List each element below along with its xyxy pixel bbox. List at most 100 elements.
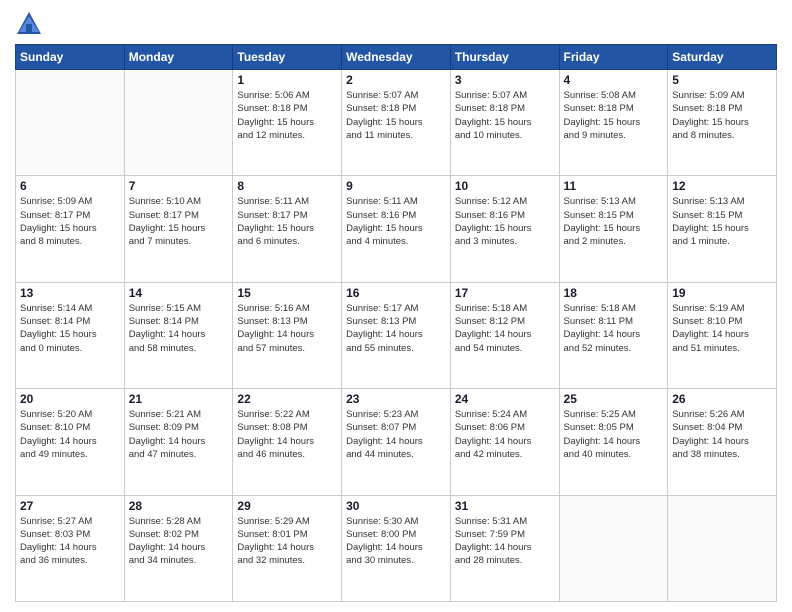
weekday-header-tuesday: Tuesday: [233, 45, 342, 70]
day-number: 2: [346, 73, 446, 87]
calendar-cell: 20 Sunrise: 5:20 AM Sunset: 8:10 PM Dayli…: [16, 389, 125, 495]
day-number: 28: [129, 499, 229, 513]
day-info: Sunrise: 5:07 AM Sunset: 8:18 PM Dayligh…: [455, 89, 555, 142]
day-info: Sunrise: 5:29 AM Sunset: 8:01 PM Dayligh…: [237, 515, 337, 568]
day-info: Sunrise: 5:21 AM Sunset: 8:09 PM Dayligh…: [129, 408, 229, 461]
calendar-cell: 13 Sunrise: 5:14 AM Sunset: 8:14 PM Dayli…: [16, 282, 125, 388]
day-info: Sunrise: 5:11 AM Sunset: 8:17 PM Dayligh…: [237, 195, 337, 248]
calendar-cell: 24 Sunrise: 5:24 AM Sunset: 8:06 PM Dayli…: [450, 389, 559, 495]
calendar-cell: 15Sunrise: 5:16 AM Sunset: 8:13 PM Dayli…: [233, 282, 342, 388]
day-number: 8: [237, 179, 337, 193]
day-info: Sunrise: 5:11 AM Sunset: 8:16 PM Dayligh…: [346, 195, 446, 248]
calendar-cell: 11 Sunrise: 5:13 AM Sunset: 8:15 PM Dayli…: [559, 176, 668, 282]
day-info: Sunrise: 5:23 AM Sunset: 8:07 PM Dayligh…: [346, 408, 446, 461]
calendar-cell: 23 Sunrise: 5:23 AM Sunset: 8:07 PM Dayli…: [342, 389, 451, 495]
calendar-week-3: 13 Sunrise: 5:14 AM Sunset: 8:14 PM Dayli…: [16, 282, 777, 388]
day-number: 1: [237, 73, 337, 87]
calendar-cell: 7 Sunrise: 5:10 AM Sunset: 8:17 PM Daylig…: [124, 176, 233, 282]
calendar-cell: 31 Sunrise: 5:31 AM Sunset: 7:59 PM Dayli…: [450, 495, 559, 601]
day-info: Sunrise: 5:27 AM Sunset: 8:03 PM Dayligh…: [20, 515, 120, 568]
calendar-cell: 5Sunrise: 5:09 AM Sunset: 8:18 PM Daylig…: [668, 70, 777, 176]
day-info: Sunrise: 5:26 AM Sunset: 8:04 PM Dayligh…: [672, 408, 772, 461]
calendar-cell: 17 Sunrise: 5:18 AM Sunset: 8:12 PM Dayli…: [450, 282, 559, 388]
day-info: Sunrise: 5:12 AM Sunset: 8:16 PM Dayligh…: [455, 195, 555, 248]
calendar-cell: 26 Sunrise: 5:26 AM Sunset: 8:04 PM Dayli…: [668, 389, 777, 495]
logo-icon: [15, 10, 43, 38]
calendar-cell: 22 Sunrise: 5:22 AM Sunset: 8:08 PM Dayli…: [233, 389, 342, 495]
day-info: Sunrise: 5:24 AM Sunset: 8:06 PM Dayligh…: [455, 408, 555, 461]
day-info: Sunrise: 5:13 AM Sunset: 8:15 PM Dayligh…: [672, 195, 772, 248]
header: [15, 10, 777, 38]
calendar-cell: [559, 495, 668, 601]
day-info: Sunrise: 5:08 AM Sunset: 8:18 PM Dayligh…: [564, 89, 664, 142]
calendar-cell: [668, 495, 777, 601]
weekday-header-saturday: Saturday: [668, 45, 777, 70]
day-number: 11: [564, 179, 664, 193]
calendar-cell: 1 Sunrise: 5:06 AM Sunset: 8:18 PM Daylig…: [233, 70, 342, 176]
day-number: 4: [564, 73, 664, 87]
day-info: Sunrise: 5:14 AM Sunset: 8:14 PM Dayligh…: [20, 302, 120, 355]
calendar-week-1: 1 Sunrise: 5:06 AM Sunset: 8:18 PM Daylig…: [16, 70, 777, 176]
day-number: 13: [20, 286, 120, 300]
day-info: Sunrise: 5:22 AM Sunset: 8:08 PM Dayligh…: [237, 408, 337, 461]
day-info: Sunrise: 5:10 AM Sunset: 8:17 PM Dayligh…: [129, 195, 229, 248]
calendar-cell: 10Sunrise: 5:12 AM Sunset: 8:16 PM Dayli…: [450, 176, 559, 282]
calendar-week-5: 27Sunrise: 5:27 AM Sunset: 8:03 PM Dayli…: [16, 495, 777, 601]
calendar-cell: 2 Sunrise: 5:07 AM Sunset: 8:18 PM Daylig…: [342, 70, 451, 176]
day-number: 22: [237, 392, 337, 406]
day-number: 9: [346, 179, 446, 193]
day-number: 21: [129, 392, 229, 406]
day-number: 26: [672, 392, 772, 406]
day-info: Sunrise: 5:25 AM Sunset: 8:05 PM Dayligh…: [564, 408, 664, 461]
page: SundayMondayTuesdayWednesdayThursdayFrid…: [0, 0, 792, 612]
day-number: 29: [237, 499, 337, 513]
day-number: 23: [346, 392, 446, 406]
day-number: 19: [672, 286, 772, 300]
weekday-header-monday: Monday: [124, 45, 233, 70]
day-number: 31: [455, 499, 555, 513]
day-info: Sunrise: 5:31 AM Sunset: 7:59 PM Dayligh…: [455, 515, 555, 568]
day-number: 7: [129, 179, 229, 193]
logo: [15, 10, 47, 38]
calendar-cell: 16 Sunrise: 5:17 AM Sunset: 8:13 PM Dayli…: [342, 282, 451, 388]
calendar-cell: 3 Sunrise: 5:07 AM Sunset: 8:18 PM Daylig…: [450, 70, 559, 176]
calendar-cell: 8 Sunrise: 5:11 AM Sunset: 8:17 PM Daylig…: [233, 176, 342, 282]
day-number: 3: [455, 73, 555, 87]
day-info: Sunrise: 5:19 AM Sunset: 8:10 PM Dayligh…: [672, 302, 772, 355]
day-info: Sunrise: 5:18 AM Sunset: 8:12 PM Dayligh…: [455, 302, 555, 355]
weekday-header-friday: Friday: [559, 45, 668, 70]
calendar-cell: 9 Sunrise: 5:11 AM Sunset: 8:16 PM Daylig…: [342, 176, 451, 282]
calendar-cell: 18 Sunrise: 5:18 AM Sunset: 8:11 PM Dayli…: [559, 282, 668, 388]
day-number: 17: [455, 286, 555, 300]
calendar-week-2: 6 Sunrise: 5:09 AM Sunset: 8:17 PM Daylig…: [16, 176, 777, 282]
day-number: 24: [455, 392, 555, 406]
calendar-cell: 28Sunrise: 5:28 AM Sunset: 8:02 PM Dayli…: [124, 495, 233, 601]
calendar-cell: [16, 70, 125, 176]
weekday-header-sunday: Sunday: [16, 45, 125, 70]
day-info: Sunrise: 5:17 AM Sunset: 8:13 PM Dayligh…: [346, 302, 446, 355]
day-number: 14: [129, 286, 229, 300]
day-info: Sunrise: 5:30 AM Sunset: 8:00 PM Dayligh…: [346, 515, 446, 568]
calendar-table: SundayMondayTuesdayWednesdayThursdayFrid…: [15, 44, 777, 602]
calendar-cell: 12 Sunrise: 5:13 AM Sunset: 8:15 PM Dayli…: [668, 176, 777, 282]
day-number: 12: [672, 179, 772, 193]
day-number: 20: [20, 392, 120, 406]
day-info: Sunrise: 5:18 AM Sunset: 8:11 PM Dayligh…: [564, 302, 664, 355]
day-number: 6: [20, 179, 120, 193]
day-number: 5: [672, 73, 772, 87]
day-info: Sunrise: 5:09 AM Sunset: 8:17 PM Dayligh…: [20, 195, 120, 248]
calendar-cell: 14 Sunrise: 5:15 AM Sunset: 8:14 PM Dayli…: [124, 282, 233, 388]
day-info: Sunrise: 5:15 AM Sunset: 8:14 PM Dayligh…: [129, 302, 229, 355]
weekday-header-thursday: Thursday: [450, 45, 559, 70]
day-number: 18: [564, 286, 664, 300]
day-number: 16: [346, 286, 446, 300]
weekday-header-row: SundayMondayTuesdayWednesdayThursdayFrid…: [16, 45, 777, 70]
day-info: Sunrise: 5:20 AM Sunset: 8:10 PM Dayligh…: [20, 408, 120, 461]
day-number: 25: [564, 392, 664, 406]
day-info: Sunrise: 5:06 AM Sunset: 8:18 PM Dayligh…: [237, 89, 337, 142]
day-info: Sunrise: 5:13 AM Sunset: 8:15 PM Dayligh…: [564, 195, 664, 248]
day-info: Sunrise: 5:07 AM Sunset: 8:18 PM Dayligh…: [346, 89, 446, 142]
calendar-cell: 27Sunrise: 5:27 AM Sunset: 8:03 PM Dayli…: [16, 495, 125, 601]
calendar-cell: 6 Sunrise: 5:09 AM Sunset: 8:17 PM Daylig…: [16, 176, 125, 282]
day-info: Sunrise: 5:16 AM Sunset: 8:13 PM Dayligh…: [237, 302, 337, 355]
